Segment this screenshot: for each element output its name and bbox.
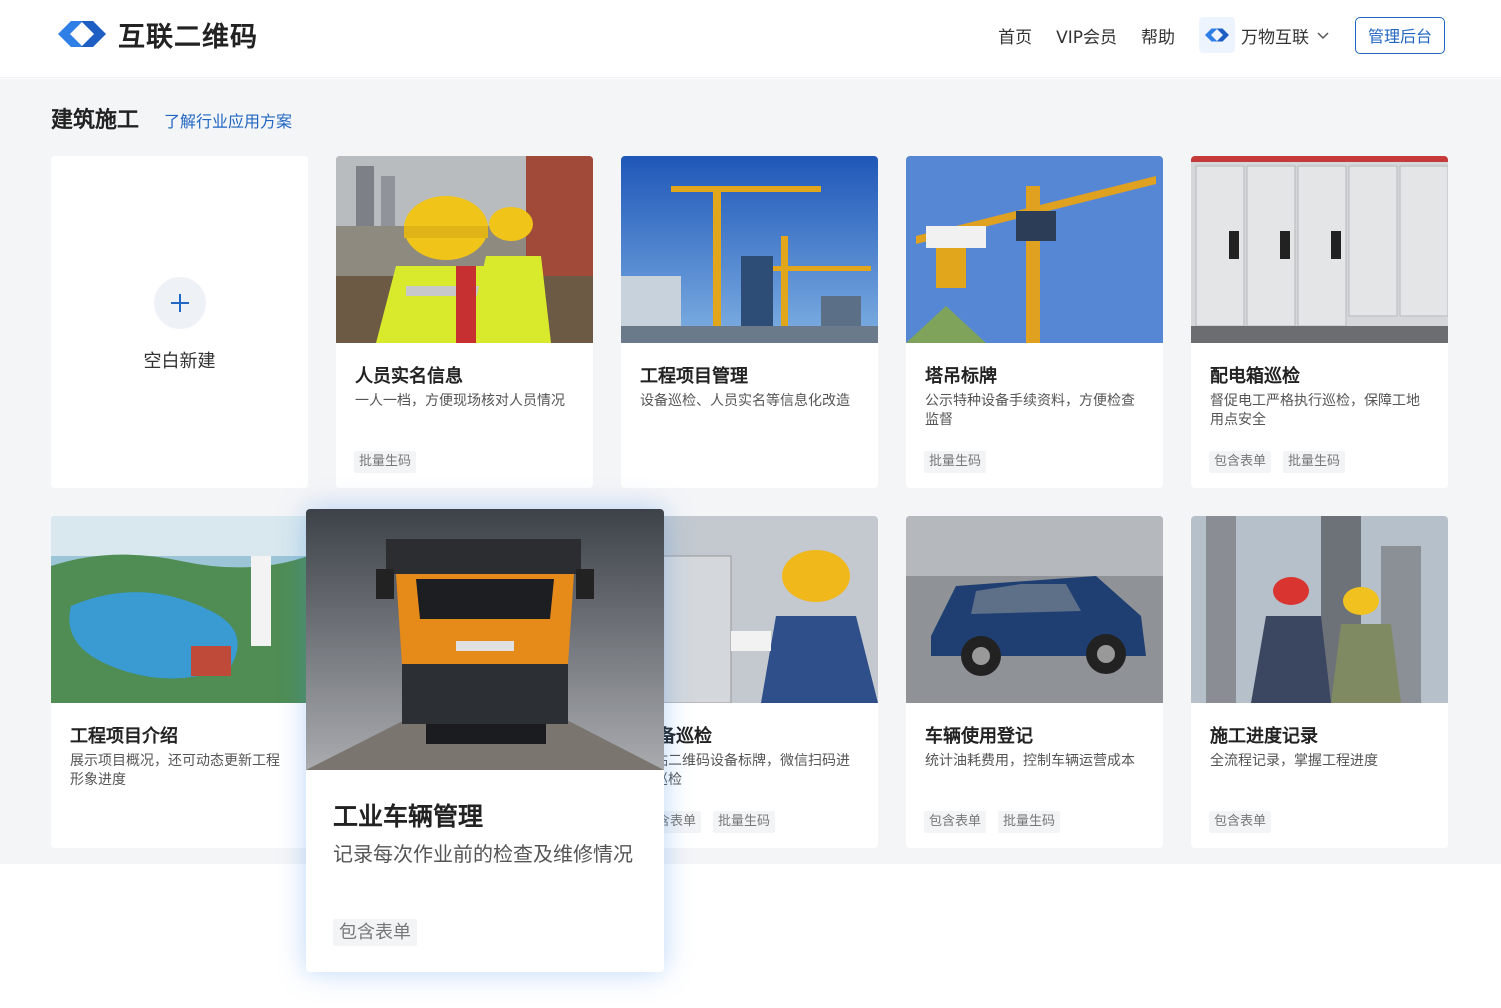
card-title: 施工进度记录 [1210, 726, 1318, 747]
card-tags: 包含表单 批量生码 [924, 811, 1072, 833]
template-card[interactable]: 工程项目管理 设备巡检、人员实名等信息化改造 [621, 156, 878, 488]
card-image-cabinets [1191, 156, 1448, 343]
template-card[interactable]: 施工进度记录 全流程记录，掌握工程进度 包含表单 [1191, 516, 1448, 848]
tag-form: 包含表单 [924, 811, 987, 833]
card-title: 配电箱巡检 [1210, 366, 1300, 387]
template-card[interactable]: 人员实名信息 一人一档，方便现场核对人员情况 批量生码 [336, 156, 593, 488]
card-tags: 包含表单 [333, 919, 429, 946]
card-desc: 张贴二维码设备标牌，微信扫码进行巡检 [640, 753, 850, 788]
nav-vip[interactable]: VIP会员 [1056, 23, 1117, 48]
card-image-suv [906, 516, 1163, 703]
industry-solution-link[interactable]: 了解行业应用方案 [164, 108, 292, 132]
tag-form: 包含表单 [1209, 451, 1272, 473]
tag-batch: 批量生码 [1283, 451, 1346, 473]
card-desc: 一人一档，方便现场核对人员情况 [355, 393, 565, 409]
card-desc: 统计油耗费用，控制车辆运营成本 [925, 753, 1135, 769]
card-image-workers [336, 156, 593, 343]
template-card[interactable]: 工程项目介绍 展示项目概况，还可动态更新工程形象进度 [51, 516, 308, 848]
card-title: 车辆使用登记 [925, 726, 1033, 747]
top-header: 互联二维码 首页 VIP会员 帮助 万物互联 管理后台 [0, 0, 1501, 78]
blank-new-label: 空白新建 [143, 351, 216, 372]
chevron-down-icon [1317, 32, 1329, 40]
nav-home[interactable]: 首页 [998, 23, 1032, 48]
card-desc: 设备巡检、人员实名等信息化改造 [640, 393, 850, 409]
card-image-cranes [621, 156, 878, 343]
tag-batch: 批量生码 [998, 811, 1061, 833]
logo-text: 互联二维码 [118, 21, 258, 53]
template-card[interactable]: 配电箱巡检 督促电工严格执行巡检，保障工地用点安全 包含表单 批量生码 [1191, 156, 1448, 488]
template-card[interactable]: 塔吊标牌 公示特种设备手续资料，方便检查监督 批量生码 [906, 156, 1163, 488]
card-tags: 包含表单 批量生码 [1209, 451, 1357, 473]
card-desc: 展示项目概况，还可动态更新工程形象进度 [70, 753, 280, 788]
tag-form: 包含表单 [333, 919, 417, 946]
card-tags: 批量生码 [924, 451, 998, 473]
card-image-progress [1191, 516, 1448, 703]
card-title: 工程项目介绍 [70, 726, 178, 747]
card-desc: 全流程记录，掌握工程进度 [1210, 753, 1378, 769]
logo[interactable]: 互联二维码 [54, 13, 258, 55]
nav-help[interactable]: 帮助 [1141, 23, 1175, 48]
card-title: 塔吊标牌 [925, 366, 997, 387]
card-tags: 包含表单 [1209, 811, 1283, 833]
logo-icon [58, 21, 106, 47]
tag-batch: 批量生码 [924, 451, 987, 473]
card-desc: 督促电工严格执行巡检，保障工地用点安全 [1210, 393, 1420, 428]
card-tags: 批量生码 [354, 451, 428, 473]
template-card-hovered[interactable]: 工业车辆管理 记录每次作业前的检查及维修情况 包含表单 [306, 509, 664, 972]
brand-label: 万物互联 [1240, 27, 1309, 48]
card-image-aerial [51, 516, 308, 703]
plus-icon [154, 277, 206, 329]
tag-batch: 批量生码 [713, 811, 776, 833]
top-nav: 首页 VIP会员 帮助 万物互联 管理后台 [974, 16, 1445, 54]
brand-icon [1204, 28, 1229, 42]
section-title: 建筑施工 [51, 108, 140, 133]
card-title: 人员实名信息 [355, 366, 463, 387]
tag-batch: 批量生码 [354, 451, 417, 473]
card-desc: 记录每次作业前的检查及维修情况 [333, 842, 633, 866]
card-title: 工程项目管理 [640, 366, 748, 387]
card-image-truck [306, 509, 664, 770]
tag-form: 包含表单 [1209, 811, 1272, 833]
brand-badge [1198, 17, 1235, 53]
brand-dropdown[interactable]: 万物互联 [1198, 17, 1329, 53]
blank-new-card[interactable]: 空白新建 [51, 156, 308, 488]
template-card[interactable]: 车辆使用登记 统计油耗费用，控制车辆运营成本 包含表单 批量生码 [906, 516, 1163, 848]
admin-button[interactable]: 管理后台 [1354, 16, 1445, 54]
card-image-tower-crane [906, 156, 1163, 343]
card-title: 工业车辆管理 [333, 802, 484, 831]
card-desc: 公示特种设备手续资料，方便检查监督 [925, 393, 1135, 428]
